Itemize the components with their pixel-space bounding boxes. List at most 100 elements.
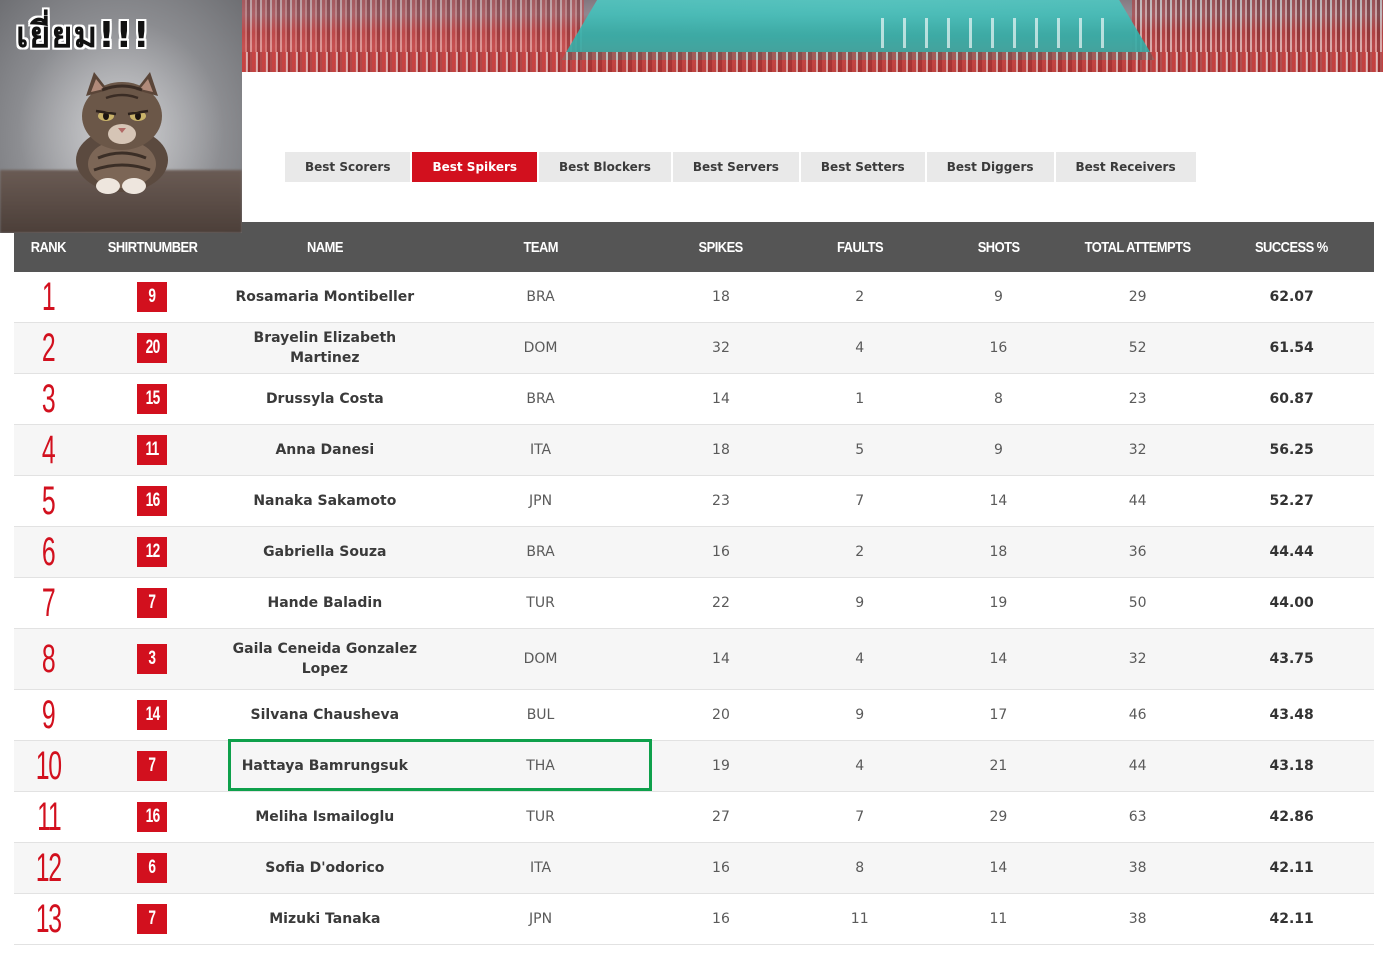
player-name[interactable]: Gabriella Souza xyxy=(222,542,428,562)
table-body: 1 9 Rosamaria Montibeller BRA 18 2 9 29 62.07 2 20… xyxy=(14,272,1374,945)
shirt-cell: 15 xyxy=(83,384,222,414)
faults-cell: 4 xyxy=(855,758,865,774)
tab-best-blockers[interactable]: Best Blockers xyxy=(539,152,671,182)
total-attempts-cell: 23 xyxy=(1128,391,1147,407)
shots-cell: 14 xyxy=(989,860,1008,876)
team-cell: ITA xyxy=(529,442,552,458)
rank-number: 2 xyxy=(42,326,56,370)
shirt-number-badge: 15 xyxy=(137,384,168,414)
tab-best-diggers[interactable]: Best Diggers xyxy=(926,152,1054,182)
table-row: 1 9 Rosamaria Montibeller BRA 18 2 9 29 62.07 xyxy=(14,272,1374,323)
team-cell: BUL xyxy=(526,707,555,723)
shots-cell: 14 xyxy=(989,493,1008,509)
rank-number: 4 xyxy=(42,428,56,472)
faults-cell: 5 xyxy=(855,442,865,458)
player-name[interactable]: Gaila Ceneida Gonzalez Lopez xyxy=(222,639,428,679)
header-team: TEAM xyxy=(523,238,558,256)
player-name[interactable]: Drussyla Costa xyxy=(222,389,428,409)
meme-caption: เยี่ยม!!! xyxy=(16,15,151,56)
shirt-cell: 7 xyxy=(83,588,222,618)
rank-number: 5 xyxy=(42,479,56,523)
team-cell: TUR xyxy=(526,809,555,825)
success-percent-cell: 43.18 xyxy=(1269,758,1314,774)
faults-cell: 2 xyxy=(855,544,865,560)
cat-illustration xyxy=(76,72,168,194)
header-rank: RANK xyxy=(30,238,67,256)
player-name[interactable]: Mizuki Tanaka xyxy=(222,909,428,929)
table-row: 5 16 Nanaka Sakamoto JPN 23 7 14 44 52.27 xyxy=(14,476,1374,527)
cat-meme-image: เยี่ยม!!! xyxy=(0,0,242,233)
success-percent-cell: 42.11 xyxy=(1269,860,1314,876)
tab-best-receivers[interactable]: Best Receivers xyxy=(1055,152,1196,182)
header-spikes: SPIKES xyxy=(698,238,744,256)
success-percent-cell: 43.75 xyxy=(1269,651,1314,667)
success-percent-cell: 62.07 xyxy=(1269,289,1314,305)
player-name[interactable]: Silvana Chausheva xyxy=(222,705,428,725)
shots-cell: 16 xyxy=(989,340,1008,356)
tab-best-setters[interactable]: Best Setters xyxy=(800,152,925,182)
rank-cell: 8 xyxy=(14,639,83,679)
player-name[interactable]: Hattaya Bamrungsuk xyxy=(222,756,428,776)
table-row: 9 14 Silvana Chausheva BUL 20 9 17 46 43.48 xyxy=(14,690,1374,741)
shots-cell: 8 xyxy=(993,391,1003,407)
rank-cell: 2 xyxy=(14,328,83,368)
player-name[interactable]: Meliha Ismailoglu xyxy=(222,807,428,827)
table-row: 2 20 Brayelin Elizabeth Martinez DOM 32 4 16 52… xyxy=(14,323,1374,374)
shots-cell: 29 xyxy=(989,809,1008,825)
success-percent-cell: 56.25 xyxy=(1269,442,1314,458)
spikes-cell: 16 xyxy=(712,860,730,876)
spikes-cell: 14 xyxy=(712,651,730,667)
shirt-cell: 3 xyxy=(83,644,222,674)
table-row: 11 16 Meliha Ismailoglu TUR 27 7 29 63 42.86 xyxy=(14,792,1374,843)
tab-best-spikers[interactable]: Best Spikers xyxy=(412,152,538,182)
rank-cell: 1 xyxy=(14,277,83,317)
team-cell: TUR xyxy=(526,595,555,611)
rank-cell: 10 xyxy=(14,746,83,786)
player-name[interactable]: Brayelin Elizabeth Martinez xyxy=(222,328,428,368)
shirt-number-badge: 16 xyxy=(137,486,168,516)
team-cell: DOM xyxy=(523,340,558,356)
success-percent-cell: 52.27 xyxy=(1269,493,1314,509)
team-cell: JPN xyxy=(529,911,553,927)
header-name: NAME xyxy=(306,238,343,256)
shirt-cell: 14 xyxy=(83,700,222,730)
tab-best-servers[interactable]: Best Servers xyxy=(672,152,799,182)
page: เยี่ยม!!! Best Scorers Best Spikers Best B… xyxy=(0,0,1383,961)
shirt-number-badge: 14 xyxy=(137,700,168,730)
rank-number: 1 xyxy=(42,275,56,319)
player-name[interactable]: Sofia D'odorico xyxy=(222,858,428,878)
rank-cell: 4 xyxy=(14,430,83,470)
tab-best-scorers[interactable]: Best Scorers xyxy=(285,152,411,182)
rank-number: 6 xyxy=(42,530,56,574)
shirt-cell: 12 xyxy=(83,537,222,567)
team-cell: BRA xyxy=(526,544,555,560)
shots-cell: 17 xyxy=(989,707,1008,723)
spikes-cell: 16 xyxy=(712,911,730,927)
faults-cell: 7 xyxy=(855,809,865,825)
total-attempts-cell: 32 xyxy=(1128,442,1147,458)
total-attempts-cell: 44 xyxy=(1128,758,1147,774)
faults-cell: 9 xyxy=(855,595,865,611)
table-row: 12 6 Sofia D'odorico ITA 16 8 14 38 42.11 xyxy=(14,843,1374,894)
shirt-cell: 16 xyxy=(83,486,222,516)
faults-cell: 8 xyxy=(855,860,865,876)
shirt-cell: 16 xyxy=(83,802,222,832)
player-name[interactable]: Rosamaria Montibeller xyxy=(222,287,428,307)
shots-cell: 11 xyxy=(989,911,1008,927)
table-row: 6 12 Gabriella Souza BRA 16 2 18 36 44.44 xyxy=(14,527,1374,578)
table-row: 10 7 Hattaya Bamrungsuk THA 19 4 21 44 43.18 xyxy=(14,741,1374,792)
faults-cell: 7 xyxy=(855,493,865,509)
rank-cell: 9 xyxy=(14,695,83,735)
table-row: 4 11 Anna Danesi ITA 18 5 9 32 56.25 xyxy=(14,425,1374,476)
faults-cell: 9 xyxy=(855,707,865,723)
spikes-cell: 27 xyxy=(712,809,730,825)
player-name[interactable]: Anna Danesi xyxy=(222,440,428,460)
rank-number: 3 xyxy=(42,377,56,421)
spikes-cell: 23 xyxy=(712,493,730,509)
faults-cell: 1 xyxy=(855,391,865,407)
player-name[interactable]: Nanaka Sakamoto xyxy=(222,491,428,511)
spikes-cell: 20 xyxy=(712,707,730,723)
spikes-cell: 19 xyxy=(712,758,730,774)
player-name[interactable]: Hande Baladin xyxy=(222,593,428,613)
team-cell: THA xyxy=(526,758,555,774)
